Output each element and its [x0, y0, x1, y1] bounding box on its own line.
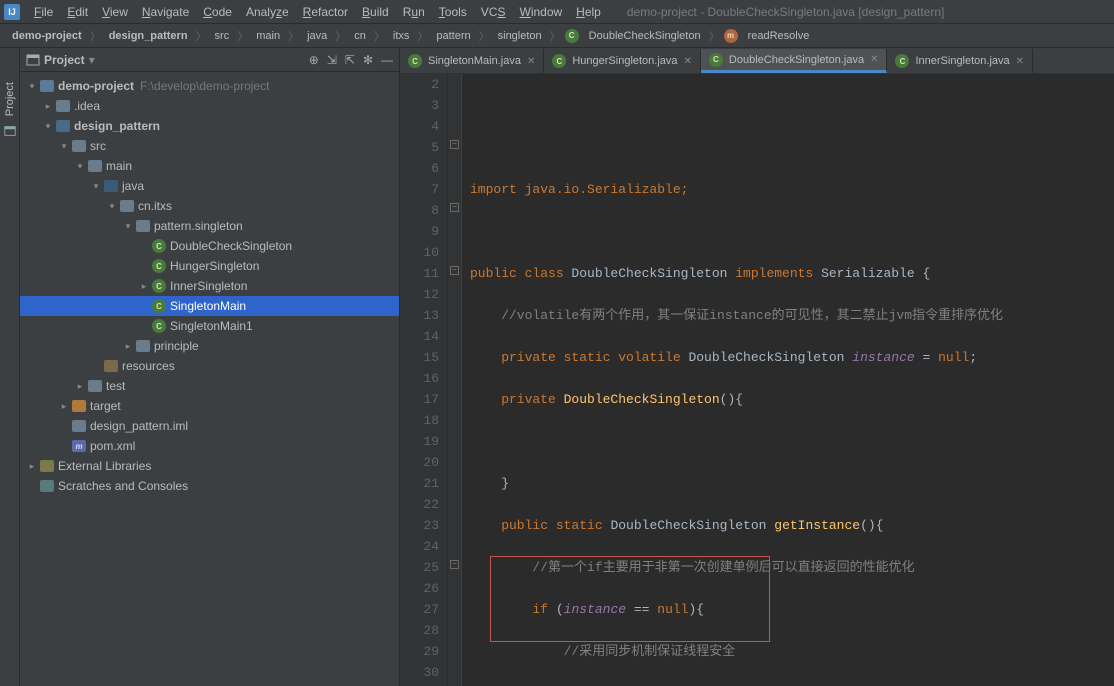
main-menu: File Edit View Navigate Code Analyze Ref… [28, 3, 607, 21]
editor-tabs: CSingletonMain.java✕ CHungerSingleton.ja… [400, 48, 1114, 74]
titlebar: IJ File Edit View Navigate Code Analyze … [0, 0, 1114, 24]
tree-design-pattern[interactable]: ▾design_pattern [20, 116, 399, 136]
project-tool-icon [3, 124, 17, 138]
close-icon[interactable]: ✕ [527, 56, 535, 67]
code-content[interactable]: import java.io.Serializable; public clas… [462, 74, 1114, 686]
project-tree[interactable]: ▾demo-projectF:\develop\demo-project ▸.i… [20, 72, 399, 686]
crumb-class[interactable]: DoubleCheckSingleton [585, 29, 705, 43]
selection-box [490, 556, 770, 642]
fold-icon[interactable]: − [450, 140, 459, 149]
fold-icon[interactable]: − [450, 266, 459, 275]
crumb-cn[interactable]: cn [350, 29, 370, 43]
tree-class-hunger[interactable]: CHungerSingleton [20, 256, 399, 276]
hide-icon[interactable]: — [381, 53, 393, 67]
tree-pattern-singleton[interactable]: ▾pattern.singleton [20, 216, 399, 236]
tab-hunger[interactable]: CHungerSingleton.java✕ [544, 49, 701, 73]
app-icon: IJ [4, 4, 20, 20]
fold-column[interactable]: − − − − [448, 74, 462, 686]
settings-icon[interactable]: ✻ [363, 53, 373, 67]
java-class-icon: C [895, 54, 909, 68]
tree-root[interactable]: ▾demo-projectF:\develop\demo-project [20, 76, 399, 96]
tab-singletonmain[interactable]: CSingletonMain.java✕ [400, 49, 544, 73]
tree-class-doublecheck[interactable]: CDoubleCheckSingleton [20, 236, 399, 256]
dropdown-icon[interactable]: ▾ [89, 53, 95, 67]
panel-header: Project ▾ ⊕ ⇲ ⇱ ✻ — [20, 48, 399, 72]
menu-refactor[interactable]: Refactor [297, 3, 354, 21]
java-class-icon: C [552, 54, 566, 68]
tree-resources[interactable]: resources [20, 356, 399, 376]
crumb-java[interactable]: java [303, 29, 331, 43]
crumb-module[interactable]: design_pattern [105, 29, 192, 43]
menu-analyze[interactable]: Analyze [240, 3, 295, 21]
tree-main[interactable]: ▾main [20, 156, 399, 176]
fold-icon[interactable]: − [450, 203, 459, 212]
project-panel: Project ▾ ⊕ ⇲ ⇱ ✻ — ▾demo-projectF:\deve… [20, 48, 400, 686]
menu-build[interactable]: Build [356, 3, 395, 21]
java-class-icon: C [709, 53, 723, 67]
crumb-singleton[interactable]: singleton [494, 29, 546, 43]
menu-tools[interactable]: Tools [433, 3, 473, 21]
java-class-icon: C [408, 54, 422, 68]
code-area[interactable]: 2345678910111213141516171819202122232425… [400, 74, 1114, 686]
crumb-itxs[interactable]: itxs [389, 29, 414, 43]
crumb-pattern[interactable]: pattern [432, 29, 474, 43]
menu-file[interactable]: File [28, 3, 59, 21]
tree-principle[interactable]: ▸principle [20, 336, 399, 356]
tree-class-inner[interactable]: ▸CInnerSingleton [20, 276, 399, 296]
tree-target[interactable]: ▸target [20, 396, 399, 416]
panel-title[interactable]: Project [44, 53, 85, 67]
tree-pom[interactable]: mpom.xml [20, 436, 399, 456]
crumb-src[interactable]: src [211, 29, 234, 43]
crumb-method[interactable]: readResolve [744, 29, 814, 43]
tree-class-singletonmain1[interactable]: CSingletonMain1 [20, 316, 399, 336]
class-icon: C [565, 29, 579, 43]
crumb-main[interactable]: main [252, 29, 284, 43]
tree-scratches[interactable]: Scratches and Consoles [20, 476, 399, 496]
close-icon[interactable]: ✕ [1016, 56, 1024, 67]
select-opened-icon[interactable]: ⊕ [309, 53, 319, 67]
menu-run[interactable]: Run [397, 3, 431, 21]
window-title: demo-project - DoubleCheckSingleton.java… [627, 5, 945, 19]
tree-class-singletonmain[interactable]: CSingletonMain [20, 296, 399, 316]
menu-help[interactable]: Help [570, 3, 607, 21]
menu-view[interactable]: View [96, 3, 134, 21]
breadcrumb: demo-project〉 design_pattern〉 src〉 main〉… [0, 24, 1114, 48]
close-icon[interactable]: ✕ [870, 54, 878, 65]
tree-java[interactable]: ▾java [20, 176, 399, 196]
tree-idea[interactable]: ▸.idea [20, 96, 399, 116]
tree-external-libs[interactable]: ▸External Libraries [20, 456, 399, 476]
fold-icon[interactable]: − [450, 560, 459, 569]
tree-src[interactable]: ▾src [20, 136, 399, 156]
tool-window-bar: Project [0, 48, 20, 686]
collapse-all-icon[interactable]: ⇱ [345, 53, 355, 67]
tree-test[interactable]: ▸test [20, 376, 399, 396]
project-tool-tab[interactable]: Project [4, 78, 16, 120]
menu-navigate[interactable]: Navigate [136, 3, 195, 21]
tree-iml[interactable]: design_pattern.iml [20, 416, 399, 436]
panel-icon [26, 53, 40, 67]
editor: CSingletonMain.java✕ CHungerSingleton.ja… [400, 48, 1114, 686]
crumb-project[interactable]: demo-project [8, 29, 86, 43]
expand-all-icon[interactable]: ⇲ [327, 53, 337, 67]
menu-window[interactable]: Window [513, 3, 568, 21]
menu-edit[interactable]: Edit [61, 3, 94, 21]
tab-doublecheck[interactable]: CDoubleCheckSingleton.java✕ [701, 49, 888, 73]
close-icon[interactable]: ✕ [684, 56, 692, 67]
line-gutter[interactable]: 2345678910111213141516171819202122232425… [400, 74, 448, 686]
menu-code[interactable]: Code [197, 3, 238, 21]
menu-vcs[interactable]: VCS [475, 3, 512, 21]
method-icon: m [724, 29, 738, 43]
tab-inner[interactable]: CInnerSingleton.java✕ [887, 49, 1033, 73]
tree-cn-itxs[interactable]: ▾cn.itxs [20, 196, 399, 216]
